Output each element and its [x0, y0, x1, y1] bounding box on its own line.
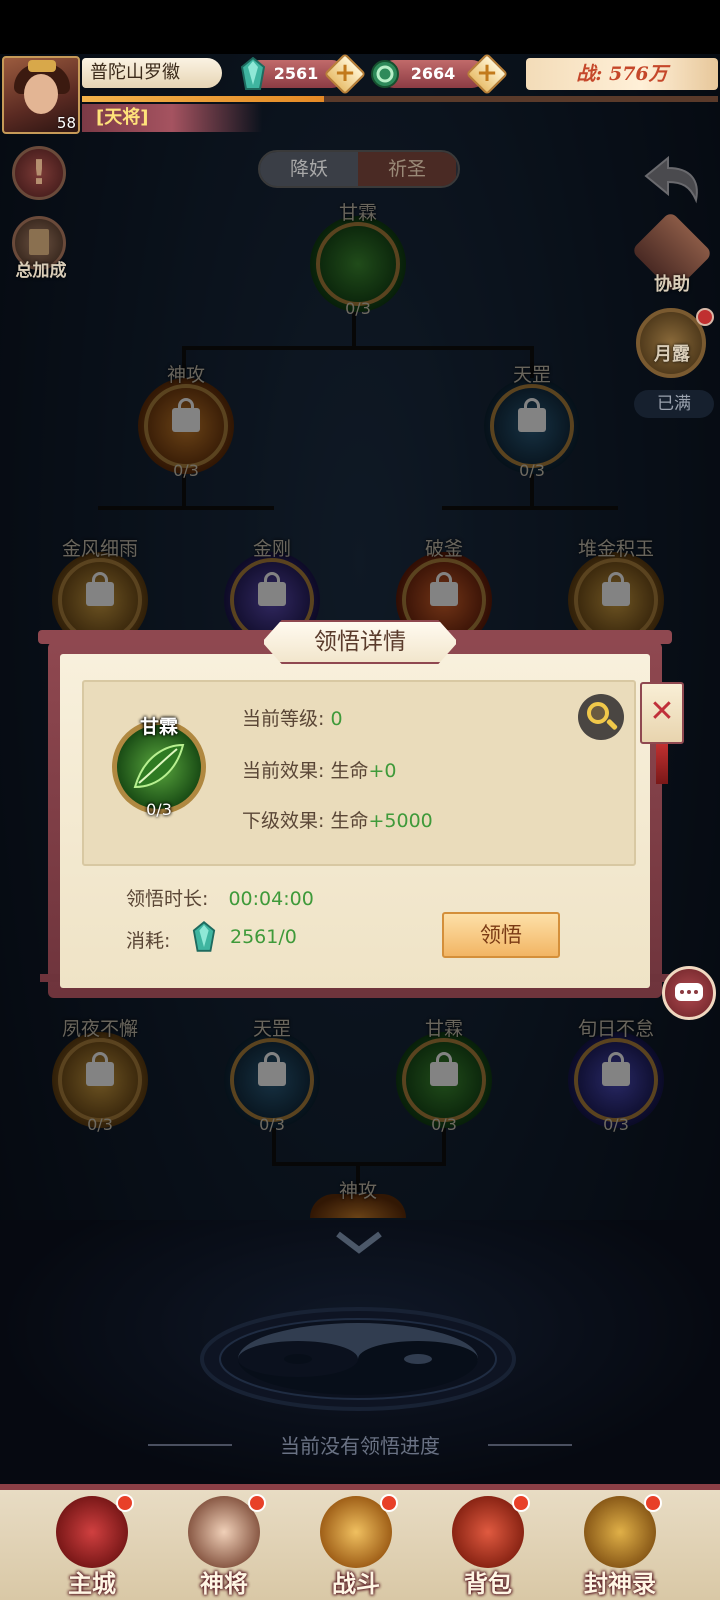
back-button[interactable]: [640, 152, 706, 212]
book-icon: [29, 229, 49, 255]
next-effect-row: 下级效果: 生命+5000: [242, 806, 433, 833]
notification-dot: [380, 1494, 398, 1512]
notification-dot: [644, 1494, 662, 1512]
jade-crystal-icon: [240, 57, 266, 90]
tassel-decoration: [656, 744, 668, 784]
chat-button[interactable]: [662, 966, 716, 1020]
notice-button[interactable]: !: [12, 146, 66, 200]
tab-xiangyao[interactable]: 降妖: [260, 152, 358, 186]
skill-count: 0/3: [146, 800, 172, 819]
duration-row: 领悟时长: 00:04:00: [126, 884, 314, 911]
learn-button[interactable]: 领悟: [442, 912, 560, 958]
current-level-value: 0: [330, 708, 343, 730]
current-level-row: 当前等级: 0: [242, 704, 343, 731]
jade-crystal-icon: [192, 921, 216, 952]
cost-label: 消耗:: [126, 930, 171, 952]
jade-amount: 2561: [273, 64, 319, 83]
assist-label: 协助: [654, 274, 690, 295]
yuelu-status: 已满: [634, 390, 714, 418]
notification-dot: [696, 308, 714, 326]
player-header: 58 普陀山罗徽 2561 + 2664 + 战: 576万 [天将]: [0, 52, 720, 136]
yuelu-label: 月露: [654, 344, 690, 365]
status-bar: [0, 0, 720, 54]
nav-label: 战斗: [332, 1570, 380, 1598]
current-effect-label: 当前效果:: [242, 760, 325, 782]
total-bonus-label: 总加成: [15, 261, 67, 281]
nav-fengshenlu[interactable]: 封神录: [560, 1490, 680, 1600]
exp-bar: [82, 96, 718, 102]
nav-heroes[interactable]: 神将: [164, 1490, 284, 1600]
nav-main-city[interactable]: 主城: [32, 1490, 152, 1600]
plus-icon: +: [334, 58, 356, 88]
current-effect-row: 当前效果: 生命+0: [242, 756, 396, 783]
cost-value: 2561/0: [230, 926, 297, 948]
plus-icon: +: [476, 58, 498, 88]
next-effect-prefix: 生命: [330, 810, 369, 832]
skill-name: 甘霖: [139, 716, 178, 738]
tab-qisheng[interactable]: 祈圣: [358, 152, 456, 186]
current-level-label: 当前等级:: [242, 708, 325, 730]
player-name: 普陀山罗徽: [82, 58, 222, 88]
current-effect-prefix: 生命: [330, 760, 369, 782]
coin-icon: [371, 60, 399, 88]
notification-dot: [512, 1494, 530, 1512]
nav-label: 神将: [200, 1570, 248, 1598]
duration-label: 领悟时长:: [126, 888, 209, 910]
nav-label: 主城: [68, 1570, 116, 1598]
search-button[interactable]: [578, 694, 624, 740]
divider: [148, 1444, 232, 1446]
notification-dot: [116, 1494, 134, 1512]
tab-switch: 降妖 祈圣: [258, 150, 460, 188]
player-level: 58: [56, 114, 76, 132]
divider: [488, 1444, 572, 1446]
back-arrow-icon: [644, 155, 698, 204]
player-rank: [天将]: [82, 104, 262, 132]
exclamation-icon: !: [31, 153, 47, 193]
notification-dot: [248, 1494, 266, 1512]
nav-label: 背包: [464, 1570, 512, 1598]
close-button[interactable]: ✕: [640, 682, 684, 744]
current-effect-value: +0: [368, 760, 397, 782]
duration-value: 00:04:00: [228, 888, 314, 910]
dialog-title: 领悟详情: [262, 620, 458, 664]
next-effect-value: +5000: [368, 810, 433, 832]
battle-power: 战: 576万: [526, 58, 718, 90]
next-effect-label: 下级效果:: [242, 810, 325, 832]
close-icon: ✕: [649, 694, 675, 729]
avatar[interactable]: 58: [2, 56, 80, 134]
nav-battle[interactable]: 战斗: [296, 1490, 416, 1600]
nav-label: 封神录: [584, 1570, 656, 1598]
nav-bag[interactable]: 背包: [428, 1490, 548, 1600]
cost-row: 消耗:: [126, 926, 170, 953]
coin-amount: 2664: [410, 64, 456, 83]
chat-bubble-icon: [675, 983, 703, 1001]
